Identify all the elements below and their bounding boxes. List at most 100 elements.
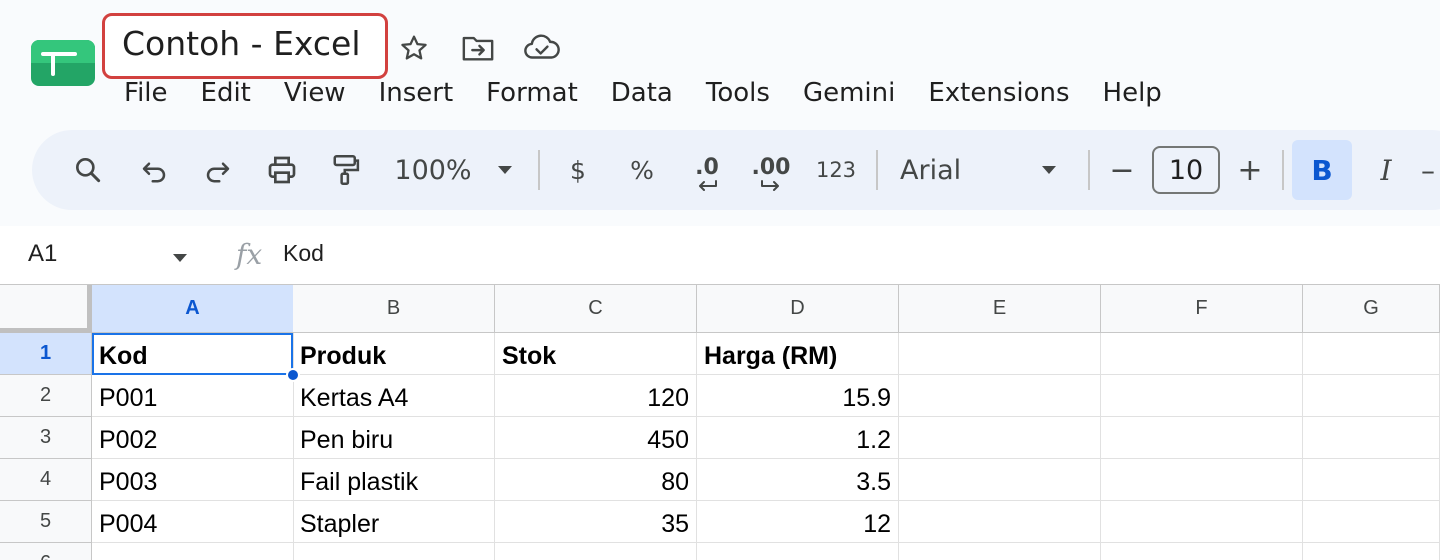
cell-g3[interactable] [1303,417,1440,459]
strikethrough-button-partial[interactable]: – [1416,130,1440,210]
print-icon[interactable] [260,130,304,210]
increase-font-size-button[interactable]: + [1232,130,1268,210]
cell-c1[interactable]: Stok [495,333,697,375]
cloud-saved-icon[interactable] [522,30,562,66]
cell-f6[interactable] [1101,543,1303,560]
menu-format[interactable]: Format [486,76,578,110]
row-header-2[interactable]: 2 [0,375,92,417]
column-header-d[interactable]: D [697,285,899,333]
cell-f4[interactable] [1101,459,1303,501]
column-header-f[interactable]: F [1101,285,1303,333]
select-all-corner[interactable] [0,285,92,333]
cell-d2[interactable]: 15.9 [697,375,899,417]
menu-bar: File Edit View Insert Format Data Tools … [124,76,1195,110]
row-header-1[interactable]: 1 [0,333,92,375]
more-formats-button[interactable]: 123 [814,130,858,210]
decrease-decimal-button[interactable]: .0 [682,130,732,210]
cell-e4[interactable] [899,459,1101,501]
cell-e2[interactable] [899,375,1101,417]
cell-g2[interactable] [1303,375,1440,417]
zoom-select[interactable]: 100% [392,130,474,210]
cell-e3[interactable] [899,417,1101,459]
name-box-dropdown-icon[interactable] [172,250,188,268]
formula-bar: A1 fx Kod [0,226,1440,284]
paint-format-icon[interactable] [324,130,368,210]
font-size-input[interactable]: 10 [1152,146,1220,194]
menu-file[interactable]: File [124,76,168,110]
currency-format-button[interactable]: $ [558,130,598,210]
cell-a4[interactable]: P003 [92,459,294,501]
menu-extensions[interactable]: Extensions [928,76,1069,110]
column-header-a[interactable]: A [92,285,294,333]
cell-e1[interactable] [899,333,1101,375]
percent-format-button[interactable]: % [622,130,662,210]
cell-g5[interactable] [1303,501,1440,543]
cell-b6[interactable] [293,543,495,560]
font-select[interactable]: Arial [900,130,980,210]
cell-b4[interactable]: Fail plastik [293,459,495,501]
cell-c3[interactable]: 450 [495,417,697,459]
increase-decimal-button[interactable]: .00 [746,130,796,210]
zoom-dropdown-icon[interactable] [490,130,520,210]
cell-g6[interactable] [1303,543,1440,560]
menu-gemini[interactable]: Gemini [803,76,895,110]
cell-a5[interactable]: P004 [92,501,294,543]
font-dropdown-icon[interactable] [1034,130,1064,210]
name-box[interactable]: A1 [28,240,57,268]
cell-a3[interactable]: P002 [92,417,294,459]
bold-button[interactable]: B [1292,140,1352,200]
cell-a2[interactable]: P001 [92,375,294,417]
column-header-b[interactable]: B [293,285,495,333]
cell-b2[interactable]: Kertas A4 [293,375,495,417]
formula-input[interactable]: Kod [283,240,324,267]
decrease-decimal-label: .0 [695,155,719,180]
cell-a1[interactable]: Kod [92,333,294,375]
cell-a6[interactable] [92,543,294,560]
sheets-logo-icon[interactable] [31,40,95,86]
redo-icon[interactable] [196,130,240,210]
cell-g4[interactable] [1303,459,1440,501]
cell-b3[interactable]: Pen biru [293,417,495,459]
arrow-left-icon [699,180,717,191]
star-icon[interactable] [394,30,434,66]
cell-d1[interactable]: Harga (RM) [697,333,899,375]
cell-e5[interactable] [899,501,1101,543]
cell-f1[interactable] [1101,333,1303,375]
cell-f3[interactable] [1101,417,1303,459]
cell-c6[interactable] [495,543,697,560]
column-header-c[interactable]: C [495,285,697,333]
cell-d3[interactable]: 1.2 [697,417,899,459]
menu-data[interactable]: Data [611,76,673,110]
menu-view[interactable]: View [284,76,346,110]
menu-insert[interactable]: Insert [379,76,454,110]
cell-b5[interactable]: Stapler [293,501,495,543]
row-header-6[interactable]: 6 [0,543,92,560]
fill-handle[interactable] [286,368,300,382]
column-header-e[interactable]: E [899,285,1101,333]
cell-f2[interactable] [1101,375,1303,417]
document-title[interactable]: Contoh - Excel [122,24,361,63]
column-header-g[interactable]: G [1303,285,1440,333]
undo-icon[interactable] [132,130,176,210]
cell-d4[interactable]: 3.5 [697,459,899,501]
row-header-3[interactable]: 3 [0,417,92,459]
decrease-font-size-button[interactable]: − [1104,130,1140,210]
cell-c5[interactable]: 35 [495,501,697,543]
move-to-folder-icon[interactable] [458,30,498,66]
search-icon[interactable] [66,130,110,210]
cell-c4[interactable]: 80 [495,459,697,501]
cell-e6[interactable] [899,543,1101,560]
menu-tools[interactable]: Tools [706,76,770,110]
menu-edit[interactable]: Edit [201,76,251,110]
italic-button[interactable]: I [1366,130,1406,210]
cell-c2[interactable]: 120 [495,375,697,417]
cell-d5[interactable]: 12 [697,501,899,543]
cell-d6[interactable] [697,543,899,560]
row-header-4[interactable]: 4 [0,459,92,501]
cell-b1[interactable]: Produk [293,333,495,375]
cell-g1[interactable] [1303,333,1440,375]
toolbar-divider [538,150,540,190]
menu-help[interactable]: Help [1103,76,1162,110]
cell-f5[interactable] [1101,501,1303,543]
row-header-5[interactable]: 5 [0,501,92,543]
